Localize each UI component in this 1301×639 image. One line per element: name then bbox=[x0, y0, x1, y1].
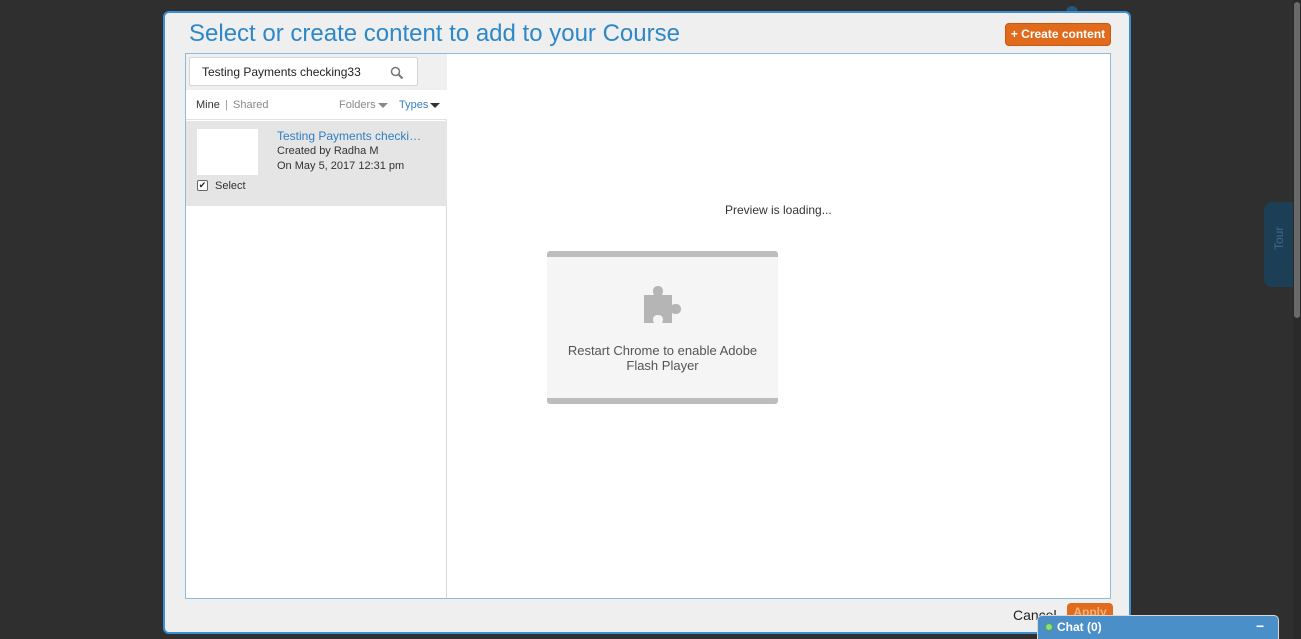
search-icon[interactable] bbox=[390, 66, 404, 80]
tour-label: Tour bbox=[1272, 226, 1286, 250]
modal-title: Select or create content to add to your … bbox=[189, 20, 680, 47]
content-frame: Testing Payments checking33 Mine | Share… bbox=[185, 53, 1111, 599]
item-title-link[interactable]: Testing Payments checking33 bbox=[277, 129, 427, 143]
chat-bar[interactable]: Chat (0) − bbox=[1037, 615, 1279, 639]
content-list-pane: Testing Payments checking33 Mine | Share… bbox=[186, 54, 447, 598]
select-label[interactable]: Select bbox=[215, 180, 246, 192]
item-date: On May 5, 2017 12:31 pm bbox=[277, 160, 405, 172]
types-caret-icon[interactable] bbox=[430, 103, 440, 108]
filter-shared[interactable]: Shared bbox=[233, 99, 268, 111]
filter-mine[interactable]: Mine bbox=[196, 99, 220, 111]
chat-label[interactable]: Chat (0) bbox=[1057, 620, 1102, 634]
tour-tab[interactable]: Tour bbox=[1264, 202, 1294, 287]
select-checkbox[interactable]: ✔ bbox=[197, 180, 208, 191]
types-dropdown[interactable]: Types bbox=[399, 99, 428, 111]
search-value: Testing Payments checking33 bbox=[202, 65, 361, 79]
list-item[interactable]: Testing Payments checking33 Created by R… bbox=[186, 121, 447, 206]
filter-separator: | bbox=[225, 99, 228, 111]
create-content-button[interactable]: + Create content bbox=[1005, 23, 1111, 46]
flash-plugin-placeholder[interactable]: Restart Chrome to enable Adobe Flash Pla… bbox=[547, 251, 778, 404]
folders-caret-icon[interactable] bbox=[378, 103, 388, 108]
filter-bar: Mine | Shared Folders Types bbox=[186, 90, 447, 120]
content-thumbnail[interactable] bbox=[197, 129, 258, 175]
minimize-icon[interactable]: − bbox=[1256, 618, 1264, 634]
preview-status: Preview is loading... bbox=[725, 203, 832, 217]
plugin-message: Restart Chrome to enable Adobe Flash Pla… bbox=[567, 343, 758, 373]
puzzle-piece-icon bbox=[644, 286, 681, 323]
scrollbar-thumb[interactable] bbox=[1294, 2, 1300, 318]
online-status-icon bbox=[1045, 623, 1053, 631]
search-area: Testing Payments checking33 bbox=[186, 54, 447, 90]
search-input[interactable]: Testing Payments checking33 bbox=[189, 57, 418, 86]
content-picker-modal: Select or create content to add to your … bbox=[163, 11, 1131, 634]
page-scrollbar[interactable] bbox=[1293, 0, 1301, 639]
item-author: Created by Radha M bbox=[277, 145, 379, 157]
folders-dropdown[interactable]: Folders bbox=[339, 99, 376, 111]
